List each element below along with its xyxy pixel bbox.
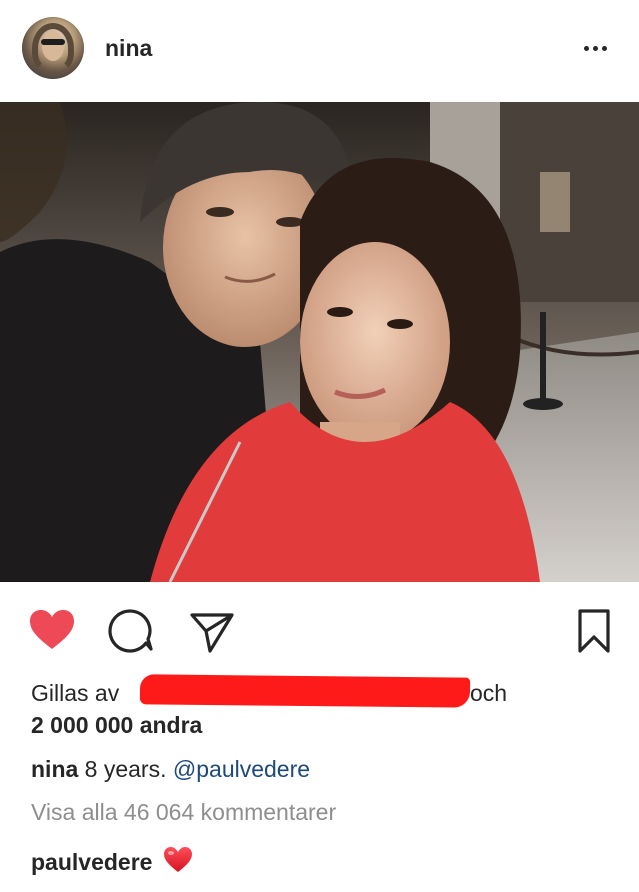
comment-username[interactable]: paulvedere (31, 849, 152, 875)
post-username[interactable]: nina (105, 35, 152, 62)
avatar-face (42, 31, 64, 61)
redaction-scribble (139, 674, 471, 708)
caption-mention[interactable]: @paulvedere (173, 756, 310, 782)
paper-plane-icon[interactable] (188, 607, 236, 655)
avatar-sunglasses (41, 39, 65, 45)
post-photo-illustration (0, 102, 639, 582)
view-all-comments-link[interactable]: Visa alla 46 064 kommentarer (31, 799, 336, 826)
more-options-icon[interactable] (580, 44, 612, 54)
avatar[interactable] (22, 17, 84, 79)
post-photo[interactable] (0, 102, 639, 582)
heart-filled-icon[interactable] (28, 607, 76, 655)
comment-bubble-icon[interactable] (108, 607, 156, 655)
post-caption: nina 8 years. @paulvedere (31, 756, 310, 783)
bookmark-icon[interactable] (570, 607, 618, 655)
likes-suffix: och (470, 680, 508, 706)
caption-username[interactable]: nina (31, 756, 78, 782)
post-header: nina (0, 0, 639, 102)
red-heart-emoji-icon (163, 846, 193, 874)
likes-prefix: Gillas av (31, 680, 120, 706)
action-bar (0, 595, 639, 665)
likes-count[interactable]: 2 000 000 andra (31, 712, 202, 739)
caption-time: 8 years. (84, 756, 167, 782)
comment-row: paulvedere (31, 846, 193, 876)
